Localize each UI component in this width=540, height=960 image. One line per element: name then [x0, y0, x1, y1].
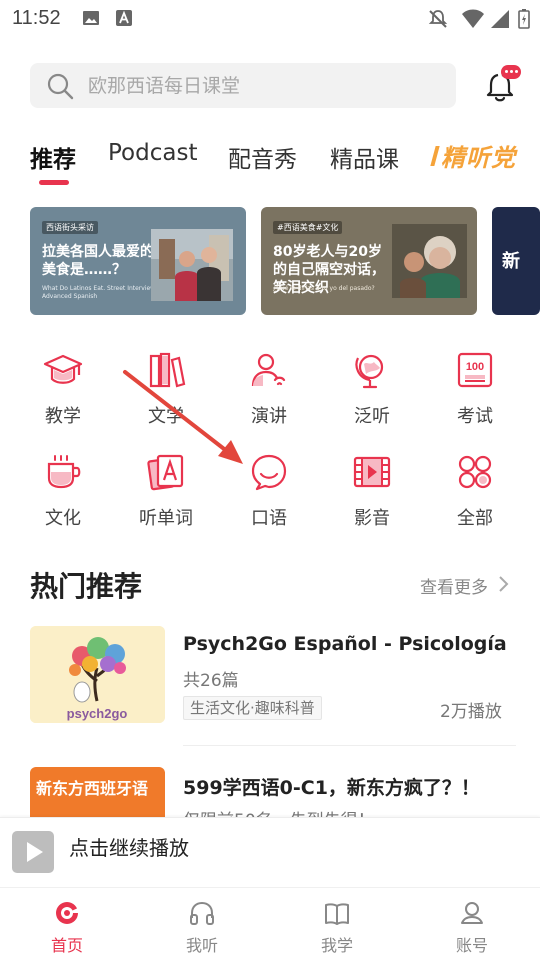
category-label: 影音: [354, 508, 390, 529]
mini-player-label: 点击继续播放: [69, 836, 189, 860]
banner-street-interview[interactable]: 西语街头采访 拉美各国人最爱的美食是……？ What Do Latinos Ea…: [30, 207, 246, 315]
all-grid-icon: [458, 455, 492, 489]
banner-partial[interactable]: 新: [492, 207, 540, 315]
notification-badge: [501, 65, 521, 79]
category-teaching[interactable]: 教学: [18, 350, 108, 440]
category-label: 听单词: [139, 508, 193, 529]
svg-text:100: 100: [466, 361, 484, 373]
category-label: 教学: [45, 406, 81, 427]
signal-icon: [491, 10, 509, 28]
category-extensive-listening[interactable]: 泛听: [327, 350, 417, 440]
banner-title: 拉美各国人最爱的美食是……？: [42, 244, 154, 278]
category-tabs: 推荐 Podcast 配音秀 精品课 精听党: [30, 138, 540, 185]
category-label: 演讲: [251, 406, 287, 427]
category-label: 泛听: [354, 406, 390, 427]
app-notification-icon: [116, 10, 132, 26]
card-title[interactable]: 599学西语0-C1，新东方疯了？！: [183, 773, 513, 800]
category-listen-words[interactable]: 听单词: [121, 452, 211, 542]
nav-my-listening[interactable]: 我听: [152, 888, 252, 960]
category-all[interactable]: 全部: [430, 452, 520, 542]
tab-recommend[interactable]: 推荐: [30, 140, 76, 174]
nav-home[interactable]: 首页: [17, 888, 117, 960]
category-label: 考试: [457, 406, 493, 427]
graduation-cap-icon: [43, 354, 83, 384]
headphones-icon: [190, 901, 214, 925]
wifi-icon: [462, 9, 484, 28]
banner-subtitle: What Do Latinos Eat. Street Interview. A…: [42, 285, 157, 300]
see-more-link[interactable]: 查看更多: [420, 573, 488, 598]
category-literature[interactable]: 文学: [121, 350, 211, 440]
nav-label: 账号: [455, 936, 488, 955]
chevron-right-icon[interactable]: [497, 574, 511, 594]
banner-tag: 西语街头采访: [42, 221, 98, 234]
banner-photo: [151, 229, 233, 301]
banner-subtitle: ¿Qué le dirías a tu yo del pasado?: [273, 285, 375, 292]
psych2go-logo-image: psych2go: [30, 626, 165, 723]
book-icon: [325, 903, 349, 925]
books-icon: [149, 352, 186, 388]
brand-mark: [430, 146, 440, 166]
film-icon: [353, 456, 391, 488]
category-speech[interactable]: 演讲: [224, 350, 314, 440]
category-culture[interactable]: 文化: [18, 452, 108, 542]
nav-label: 我学: [320, 936, 353, 955]
search-icon: [47, 73, 74, 100]
nav-label: 我听: [185, 936, 218, 955]
section-title-hot: 热门推荐: [30, 570, 143, 603]
status-time: 11:52: [12, 7, 61, 29]
word-card-icon: [147, 454, 184, 491]
nav-my-study[interactable]: 我学: [287, 888, 387, 960]
card-episode-count: 共26篇: [183, 671, 239, 691]
exam-100-icon: 100: [457, 352, 493, 388]
card-thumbnail[interactable]: 新东方西班牙语: [30, 767, 165, 817]
tab-dubbing[interactable]: 配音秀: [228, 140, 297, 174]
search-bar[interactable]: [30, 63, 456, 108]
category-film[interactable]: 影音: [327, 452, 417, 542]
banner-photo: [392, 224, 467, 298]
category-label: 文学: [148, 406, 184, 427]
status-bar: 11:52: [0, 0, 540, 38]
banner-elder-dialogue[interactable]: #西语美食#文化 80岁老人与20岁的自己隔空对话，笑泪交织 ¿Qué le d…: [261, 207, 477, 315]
speaker-icon: [251, 353, 286, 387]
mini-player[interactable]: 点击继续播放: [0, 817, 540, 887]
bottom-navigation: 首页 我听 我学 账号: [0, 887, 540, 960]
card-play-count: 2万播放: [440, 702, 502, 722]
account-icon: [461, 902, 483, 924]
card-tag: 生活文化·趣味科普: [183, 696, 322, 720]
thumb-text: psych2go: [67, 706, 128, 721]
gallery-notification-icon: [83, 11, 99, 25]
card-thumbnail[interactable]: psych2go: [30, 626, 165, 723]
category-speaking[interactable]: 口语: [224, 452, 314, 542]
nav-label: 首页: [50, 936, 83, 955]
mute-icon: [428, 10, 448, 28]
chat-bubble-icon: [251, 454, 287, 491]
nav-account[interactable]: 账号: [422, 888, 522, 960]
cup-icon: [47, 455, 81, 489]
tab-premium-courses[interactable]: 精品课: [330, 140, 399, 174]
tab-intensive-listening[interactable]: 精听党: [430, 138, 516, 173]
active-tab-indicator: [39, 180, 69, 185]
globe-icon: [355, 354, 384, 389]
category-label: 文化: [45, 508, 81, 529]
divider: [183, 745, 516, 746]
tab-podcast[interactable]: Podcast: [108, 140, 197, 166]
home-icon: [56, 902, 78, 924]
category-label: 口语: [251, 508, 287, 529]
search-input[interactable]: [88, 63, 438, 108]
category-exam[interactable]: 100 考试: [430, 350, 520, 440]
tab-intensive-listening-label: 精听党: [441, 144, 516, 172]
card-title[interactable]: Psych2Go Español - Psicología P...: [183, 633, 513, 655]
category-label: 全部: [457, 508, 493, 529]
banner-title: 新: [502, 251, 520, 272]
thumb-text: 新东方西班牙语: [36, 779, 149, 798]
play-icon[interactable]: [12, 831, 54, 873]
card-subtitle: 仅限前50名，先到先得！: [183, 806, 375, 817]
battery-icon: [518, 9, 530, 29]
banner-tag: #西语美食#文化: [273, 221, 343, 234]
